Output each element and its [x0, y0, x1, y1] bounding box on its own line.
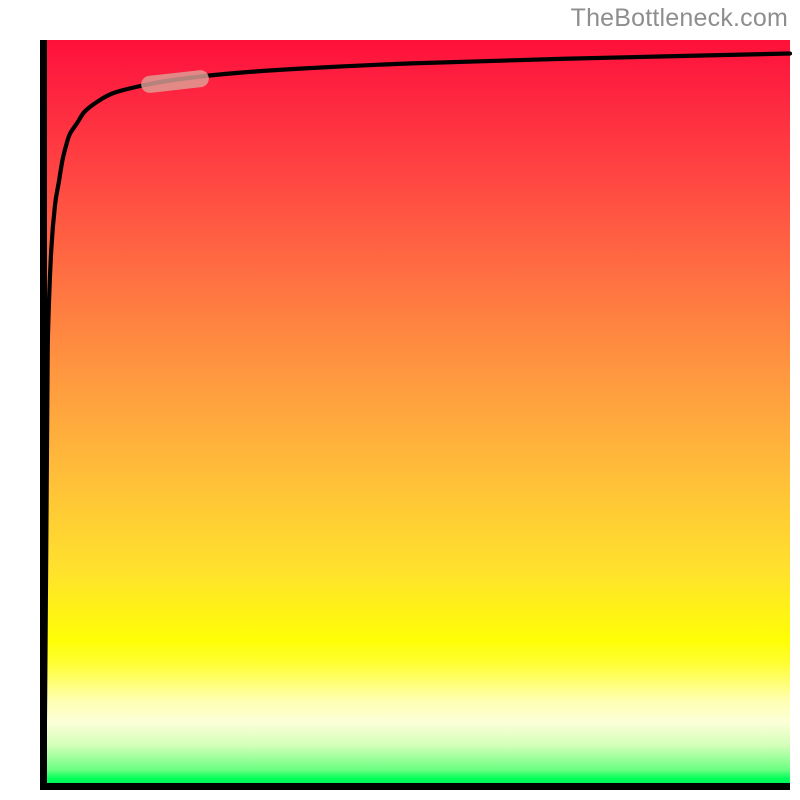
- watermark-text: TheBottleneck.com: [571, 4, 788, 33]
- curve-layer: [40, 40, 790, 790]
- chart-stage: TheBottleneck.com: [0, 0, 800, 800]
- x-axis: [40, 783, 790, 790]
- y-axis: [40, 40, 47, 790]
- performance-curve: [45, 54, 791, 776]
- plot-area: [40, 40, 790, 790]
